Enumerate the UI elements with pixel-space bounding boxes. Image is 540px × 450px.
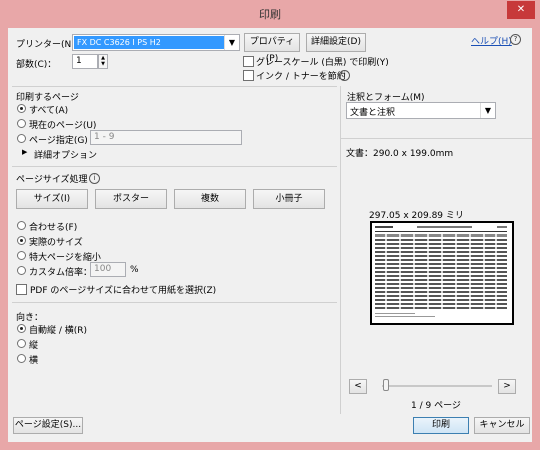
grayscale-label: グレースケール (白黒) で印刷(Y) <box>256 58 389 68</box>
orientation-auto-radio[interactable] <box>17 324 26 333</box>
orientation-portrait-radio[interactable] <box>17 339 26 348</box>
pdf-paper-checkbox[interactable] <box>16 284 27 295</box>
document-size: 文書：290.0 x 199.0mm <box>346 149 454 159</box>
printer-value: FX DC C3626 I PS H2 <box>74 36 224 49</box>
pages-current-label: 現在のページ(U) <box>29 121 97 131</box>
copies-label: 部数(C)： <box>16 60 57 70</box>
print-dialog: 印刷 ✕ プリンター(N)： FX DC C3626 I PS H2 ▼ プロパ… <box>0 0 540 450</box>
page-slider-track[interactable] <box>382 385 492 387</box>
pages-all-radio[interactable] <box>17 104 26 113</box>
paper-size: 297.05 x 209.89 ミリ <box>369 211 464 221</box>
custom-scale-label: カスタム倍率： <box>29 268 93 278</box>
tab-booklet[interactable]: 小冊子 <box>253 189 325 209</box>
document-thumbnail <box>375 226 507 317</box>
sizing-heading: ページサイズ処理 <box>16 175 88 185</box>
save-ink-checkbox[interactable] <box>243 70 254 81</box>
custom-scale-input[interactable]: 100 <box>90 262 126 277</box>
cancel-button[interactable]: キャンセル <box>474 417 530 434</box>
pages-heading: 印刷するページ <box>16 93 79 103</box>
comments-value: 文書と注釈 <box>350 108 396 118</box>
info-icon[interactable]: i <box>339 70 350 81</box>
info-icon[interactable]: i <box>89 173 100 184</box>
print-button[interactable]: 印刷 <box>413 417 469 434</box>
percent-label: % <box>130 265 139 275</box>
chevron-down-icon: ▼ <box>480 103 495 118</box>
pages-all-label: すべて(A) <box>29 106 69 116</box>
pages-current-radio[interactable] <box>17 119 26 128</box>
window-title: 印刷 <box>259 8 281 21</box>
orientation-auto-label: 自動縦 / 横(R) <box>29 326 88 336</box>
orientation-landscape-radio[interactable] <box>17 354 26 363</box>
comments-select[interactable]: 文書と注釈 ▼ <box>346 102 496 119</box>
page-counter: 1 / 9 ページ <box>411 401 461 411</box>
actual-size-radio[interactable] <box>17 236 26 245</box>
page-setup-button[interactable]: ページ設定(S)... <box>13 417 83 434</box>
help-icon[interactable]: ? <box>510 34 521 45</box>
tab-size[interactable]: サイズ(I) <box>16 189 88 209</box>
printer-select[interactable]: FX DC C3626 I PS H2 ▼ <box>72 34 240 51</box>
copies-stepper[interactable]: ▲ ▼ <box>98 54 108 69</box>
grayscale-checkbox[interactable] <box>243 56 254 67</box>
orientation-landscape-label: 横 <box>29 356 39 366</box>
page-range-placeholder: 1 - 9 <box>94 132 115 142</box>
close-button[interactable]: ✕ <box>507 1 535 19</box>
fit-radio[interactable] <box>17 221 26 230</box>
save-ink-label: インク / トナーを節約 <box>256 72 346 82</box>
tab-poster[interactable]: ポスター <box>95 189 167 209</box>
custom-scale-value: 100 <box>94 264 112 274</box>
properties-button[interactable]: プロパティ(P) <box>244 33 300 64</box>
copies-value: 1 <box>76 56 82 66</box>
copies-input[interactable]: 1 <box>72 54 98 69</box>
next-page-button[interactable]: > <box>498 379 516 394</box>
fit-label: 合わせる(F) <box>29 223 78 233</box>
pages-range-radio[interactable] <box>17 134 26 143</box>
orientation-portrait-label: 縦 <box>29 341 39 351</box>
advanced-button[interactable]: 詳細設定(D) <box>306 33 366 52</box>
previous-page-button[interactable]: < <box>349 379 367 394</box>
custom-scale-radio[interactable] <box>17 266 26 275</box>
page-slider-thumb[interactable] <box>383 379 389 391</box>
more-options-link[interactable]: 詳細オプション <box>34 148 97 161</box>
document-preview <box>370 221 514 325</box>
shrink-radio[interactable] <box>17 251 26 260</box>
tab-multiple[interactable]: 複数 <box>174 189 246 209</box>
actual-size-label: 実際のサイズ <box>29 238 83 248</box>
page-range-input[interactable]: 1 - 9 <box>90 130 242 145</box>
chevron-down-icon: ▼ <box>224 35 239 50</box>
help-link[interactable]: ヘルプ(H) <box>471 34 512 47</box>
triangle-right-icon[interactable]: ▶ <box>22 148 27 156</box>
orientation-heading: 向き： <box>16 313 44 323</box>
title-bar: 印刷 ✕ <box>0 0 540 28</box>
pages-range-label: ページ指定(G) <box>29 136 88 146</box>
pdf-paper-label: PDF のページサイズに合わせて用紙を選択(Z) <box>30 286 217 296</box>
